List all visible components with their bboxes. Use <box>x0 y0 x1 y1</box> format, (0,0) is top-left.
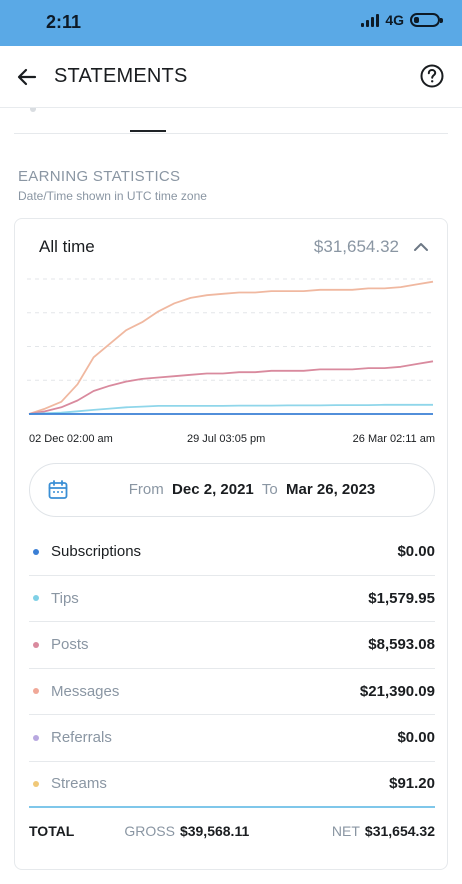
section-subtitle: Date/Time shown in UTC time zone <box>18 189 207 203</box>
row-amount: $0.00 <box>397 543 435 561</box>
tab-fragment[interactable] <box>30 108 36 112</box>
date-range-text: From Dec 2, 2021 To Mar 26, 2023 <box>30 481 434 498</box>
page-title: STATEMENTS <box>54 65 188 87</box>
legend-dot <box>33 641 39 648</box>
breakdown-row-referrals: Referrals $0.00 <box>29 715 435 762</box>
x-axis-labels: 02 Dec 02:00 am 29 Jul 03:05 pm 26 Mar 0… <box>27 433 435 449</box>
active-tab-indicator <box>130 130 166 132</box>
chevron-up-icon <box>414 243 428 251</box>
series-line-tips <box>28 403 433 415</box>
x-label-start: 02 Dec 02:00 am <box>29 433 113 445</box>
earnings-breakdown: Subscriptions $0.00 Tips $1,579.95 Posts… <box>29 529 435 808</box>
legend-dot <box>33 548 39 555</box>
earnings-line-chart <box>27 278 435 415</box>
earnings-card: All time $31,654.32 02 Dec 02:00 am 29 J… <box>14 218 448 870</box>
x-label-end: 26 Mar 02:11 am <box>352 433 435 445</box>
legend-dot <box>33 595 39 602</box>
arrow-left-icon <box>17 68 37 86</box>
breakdown-row-streams: Streams $91.20 <box>29 762 435 808</box>
breakdown-row-messages: Messages $21,390.09 <box>29 669 435 715</box>
tabs-bar <box>14 108 448 134</box>
network-label: 4G <box>385 12 404 28</box>
x-label-mid: 29 Jul 03:05 pm <box>187 433 266 445</box>
row-label: Messages <box>51 682 120 700</box>
from-label: From <box>128 481 164 498</box>
section-title: EARNING STATISTICS <box>18 168 181 185</box>
gross-label: GROSS <box>124 823 175 839</box>
total-label: TOTAL <box>29 823 75 839</box>
row-label: Posts <box>51 636 89 654</box>
status-icons: 4G <box>361 12 443 28</box>
legend-dot <box>33 780 39 787</box>
breakdown-row-tips: Tips $1,579.95 <box>29 576 435 622</box>
help-button[interactable] <box>418 62 446 90</box>
battery-icon <box>410 13 443 27</box>
date-range-picker[interactable]: From Dec 2, 2021 To Mar 26, 2023 <box>29 463 435 517</box>
net-label: NET <box>331 823 360 839</box>
status-time: 2:11 <box>46 12 82 32</box>
breakdown-row-posts: Posts $8,593.08 <box>29 622 435 669</box>
status-bar: 2:11 4G <box>0 0 462 46</box>
totals-row: TOTAL GROSS $39,568.11 NET $31,654.32 <box>29 811 435 851</box>
question-circle-icon <box>420 64 444 88</box>
to-label: To <box>261 481 278 498</box>
to-date: Mar 26, 2023 <box>286 481 376 498</box>
signal-icon <box>361 13 380 27</box>
row-amount: $0.00 <box>397 729 435 747</box>
collapse-button[interactable] <box>409 235 433 259</box>
app-header: STATEMENTS <box>0 46 462 108</box>
gross-amount: $39,568.11 <box>179 823 250 839</box>
period-total: $31,654.32 <box>313 237 399 256</box>
row-amount: $8,593.08 <box>368 636 435 654</box>
legend-dot <box>33 688 39 695</box>
back-button[interactable] <box>12 62 42 92</box>
row-amount: $1,579.95 <box>368 589 435 607</box>
row-amount: $21,390.09 <box>359 682 435 700</box>
net-amount: $31,654.32 <box>364 823 435 839</box>
card-header[interactable]: All time $31,654.32 <box>15 219 447 271</box>
row-label: Subscriptions <box>51 543 142 561</box>
period-label: All time <box>39 237 95 256</box>
breakdown-row-subscriptions: Subscriptions $0.00 <box>29 529 435 576</box>
row-amount: $91.20 <box>389 775 435 793</box>
row-label: Referrals <box>51 729 112 747</box>
row-label: Tips <box>51 589 79 607</box>
from-date: Dec 2, 2021 <box>172 481 254 498</box>
legend-dot <box>33 734 39 741</box>
row-label: Streams <box>51 775 107 793</box>
